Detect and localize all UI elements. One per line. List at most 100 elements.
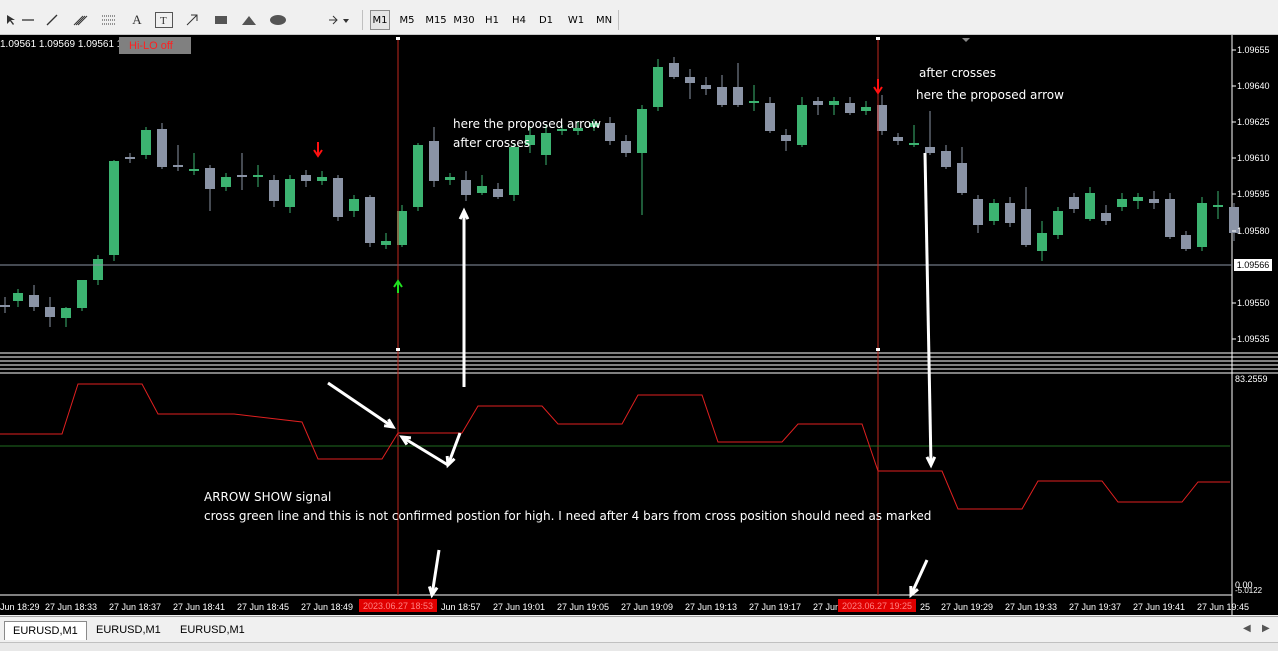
vline-handle <box>396 348 400 351</box>
price-label: 1.09655 <box>1237 45 1270 55</box>
arrow-tool-icon[interactable] <box>184 10 202 30</box>
price-label: 1.09640 <box>1237 81 1270 91</box>
candle <box>749 85 759 111</box>
candle <box>1149 191 1159 209</box>
timeframe-mn-button[interactable]: MN <box>593 10 615 30</box>
fibonacci-icon[interactable] <box>100 10 118 30</box>
chart-tab[interactable]: EURUSD,M1 <box>88 621 169 639</box>
candle <box>285 175 295 213</box>
candle <box>173 145 183 171</box>
price-chart[interactable]: 1.09655 1.09640 1.09625 1.09610 1.09595 1.095… <box>0 35 1278 615</box>
candle-body <box>637 109 647 153</box>
scroll-right-icon[interactable]: ▶ <box>1262 623 1270 634</box>
candle <box>77 280 87 311</box>
candle <box>1165 193 1175 239</box>
candle <box>0 297 10 313</box>
candle-body <box>333 178 343 217</box>
price-label: 1.09535 <box>1237 334 1270 344</box>
candle <box>1197 197 1207 251</box>
bottom-panel: EURUSD,M1 EURUSD,M1 EURUSD,M1 ◀ ▶ <box>0 616 1278 651</box>
candle-body <box>0 305 10 307</box>
time-label: 27 Jun 18:41 <box>173 602 225 612</box>
candle-body <box>685 77 695 83</box>
candle <box>205 165 215 211</box>
time-label: 27 Jun 19:29 <box>941 602 993 612</box>
annotation-line: cross green line and this is not confirm… <box>204 509 932 523</box>
sell-arrow-icon <box>873 79 883 95</box>
candle <box>189 153 199 175</box>
time-label: 27 Jun 19:13 <box>685 602 737 612</box>
candle-body <box>93 259 103 280</box>
time-marker-2: 2023.06.27 19:25 <box>838 599 916 612</box>
candle <box>861 101 871 115</box>
svg-text:T: T <box>160 15 167 26</box>
candle-body <box>829 101 839 105</box>
timeframe-m15-button[interactable]: M15 <box>424 10 448 30</box>
candle-body <box>621 141 631 153</box>
chart-shift-icon <box>962 38 970 42</box>
timeframe-m5-button[interactable]: M5 <box>396 10 418 30</box>
time-label: 27 Jun 18:49 <box>301 602 353 612</box>
candle-body <box>893 137 903 141</box>
candle-body <box>173 165 183 167</box>
cursor-icon[interactable] <box>4 10 18 30</box>
candle-body <box>813 101 823 105</box>
candle-body <box>1053 211 1063 235</box>
timeframe-m30-button[interactable]: M30 <box>452 10 476 30</box>
candle-body <box>1005 203 1015 223</box>
chart-tab[interactable]: EURUSD,M1 <box>4 621 87 640</box>
chart-tab[interactable]: EURUSD,M1 <box>172 621 253 639</box>
buy-arrow-icon <box>393 279 403 293</box>
price-axis-labels: 1.09655 1.09640 1.09625 1.09610 1.09595 1.095… <box>1232 45 1270 344</box>
annotation-line: after crosses <box>919 66 996 80</box>
candle-body <box>381 241 391 245</box>
channel-icon[interactable] <box>72 10 90 30</box>
candle-body <box>797 105 807 145</box>
candle <box>269 175 279 207</box>
candle-body <box>1069 197 1079 209</box>
annotation-proposed-2: after crosses here the proposed arrow <box>916 62 1064 106</box>
candle <box>701 77 711 95</box>
candle <box>109 160 119 261</box>
ellipse-icon[interactable] <box>268 10 288 30</box>
current-price-label: 1.09566 <box>1234 259 1272 271</box>
price-label: 1.09595 <box>1237 189 1270 199</box>
scroll-left-icon[interactable]: ◀ <box>1243 623 1251 634</box>
candle-body <box>1133 197 1143 201</box>
candle <box>1133 193 1143 209</box>
chart-window[interactable]: 1.09655 1.09640 1.09625 1.09610 1.09595 1.095… <box>0 35 1278 615</box>
candle <box>621 135 631 157</box>
time-label: 27 Jun 19:33 <box>1005 602 1057 612</box>
triangle-icon[interactable] <box>240 10 258 30</box>
candle-body <box>269 180 279 201</box>
time-label: Jun 18:29 <box>0 602 40 612</box>
timeframe-h4-button[interactable]: H4 <box>509 10 529 30</box>
timeframe-m1-button[interactable]: M1 <box>370 10 390 30</box>
candle-body <box>1165 199 1175 237</box>
candle-body <box>925 147 935 153</box>
candle-body <box>653 67 663 107</box>
candle <box>253 165 263 187</box>
candle-body <box>77 280 87 308</box>
candle <box>1085 187 1095 221</box>
candle <box>781 129 791 151</box>
arrow-shapes-icon[interactable] <box>326 10 352 30</box>
candle-body <box>493 189 503 197</box>
candle <box>813 97 823 115</box>
trendline-icon[interactable] <box>44 10 60 30</box>
timeframe-h1-button[interactable]: H1 <box>482 10 502 30</box>
candle-body <box>141 130 151 155</box>
window-separator <box>0 352 1278 374</box>
rectangle-icon[interactable] <box>212 10 230 30</box>
text-icon[interactable]: A <box>130 10 144 30</box>
text-label-icon[interactable]: T <box>155 12 173 28</box>
candle-body <box>733 87 743 105</box>
timeframe-w1-button[interactable]: W1 <box>565 10 587 30</box>
hilo-toggle-button[interactable]: Hi-LO off <box>119 37 191 54</box>
annotation-line: after crosses <box>453 136 530 150</box>
candle-body <box>205 168 215 189</box>
candle <box>717 75 727 107</box>
horizontal-line-icon[interactable] <box>20 10 36 30</box>
timeframe-d1-button[interactable]: D1 <box>536 10 556 30</box>
annotation-line: ARROW SHOW signal <box>204 490 332 504</box>
